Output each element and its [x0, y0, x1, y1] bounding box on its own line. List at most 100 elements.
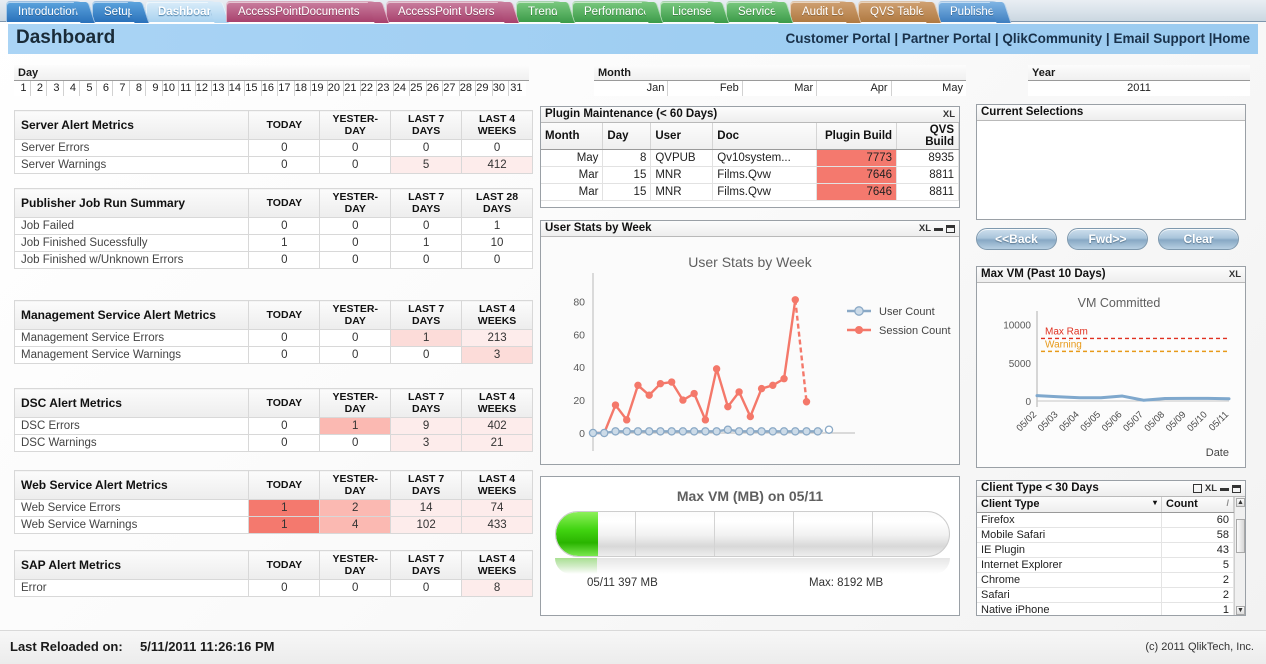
table-cell[interactable]: 8	[602, 149, 652, 167]
metric-value[interactable]: 0	[248, 346, 321, 364]
filter-value[interactable]: 20	[327, 81, 344, 96]
table-cell[interactable]: Films.Qvw	[712, 166, 818, 184]
metric-value[interactable]: 0	[319, 156, 392, 174]
client-type-count[interactable]: 2	[1161, 572, 1234, 588]
tab-accesspointdocuments[interactable]: AccessPointDocuments	[226, 1, 380, 22]
column-header[interactable]: Plugin Build	[816, 123, 898, 150]
column-header[interactable]: LAST 7 DAYS	[390, 110, 463, 140]
export-to-excel-icon[interactable]: XL	[919, 221, 931, 236]
column-header[interactable]: LAST 4 WEEKS	[461, 388, 533, 418]
column-header[interactable]: LAST 4 WEEKS	[461, 550, 533, 580]
metric-value[interactable]: 433	[461, 516, 533, 534]
metric-value[interactable]: 1	[248, 499, 321, 517]
tab-setup[interactable]: Setup	[92, 1, 140, 22]
filter-value[interactable]: 8	[129, 81, 146, 96]
column-header[interactable]: TODAY	[248, 470, 321, 500]
current-selections-list[interactable]	[977, 121, 1245, 219]
client-type-name[interactable]: IE Plugin	[977, 542, 1162, 558]
column-header[interactable]: YESTER- DAY	[319, 388, 392, 418]
filter-value[interactable]: 11	[179, 81, 196, 96]
metric-value[interactable]: 0	[461, 251, 533, 269]
metric-value[interactable]: 0	[248, 251, 321, 269]
metric-value[interactable]: 0	[319, 139, 392, 157]
filter-value[interactable]: 10	[162, 81, 179, 96]
table-cell[interactable]: 8935	[896, 149, 959, 167]
client-type-count[interactable]: 2	[1161, 587, 1234, 603]
export-to-excel-icon[interactable]: XL	[943, 107, 955, 122]
client-type-scrollbar[interactable]: ▲ ▼	[1234, 497, 1245, 615]
table-row[interactable]: Internet Explorer 5	[977, 557, 1234, 573]
metric-value[interactable]: 0	[319, 579, 392, 597]
client-type-col-type[interactable]: Client Type ▾	[977, 497, 1162, 513]
tab-services[interactable]: Services	[726, 1, 784, 22]
tab-accesspoint-users[interactable]: AccessPoint Users	[386, 1, 510, 22]
sort-icon[interactable]: /	[1226, 498, 1229, 508]
forward-button[interactable]: Fwd>>	[1067, 228, 1148, 250]
table-cell[interactable]: QVPUB	[650, 149, 714, 167]
table-cell[interactable]: Mar	[541, 183, 604, 201]
table-row[interactable]: Firefox 60	[977, 512, 1234, 528]
metric-value[interactable]: 1	[319, 417, 392, 435]
client-type-name[interactable]: Firefox	[977, 512, 1162, 528]
filter-value[interactable]: Mar	[742, 81, 818, 96]
filter-value[interactable]: 28	[459, 81, 476, 96]
client-type-col-count[interactable]: Count /	[1161, 497, 1234, 513]
table-cell[interactable]: May	[541, 149, 604, 167]
tab-trends[interactable]: Trends	[516, 1, 566, 22]
metric-value[interactable]: 1	[390, 329, 463, 347]
copy-icon[interactable]	[1192, 484, 1202, 493]
column-header[interactable]: YESTER- DAY	[319, 110, 392, 140]
metric-value[interactable]: 0	[248, 434, 321, 452]
column-header[interactable]: TODAY	[248, 550, 321, 580]
client-type-name[interactable]: Native iPhone	[977, 602, 1162, 615]
maximize-icon[interactable]	[1232, 484, 1241, 493]
metric-value[interactable]: 14	[390, 499, 463, 517]
metric-value[interactable]: 74	[461, 499, 533, 517]
filter-value[interactable]: 17	[278, 81, 295, 96]
filter-value[interactable]: 6	[96, 81, 113, 96]
column-header[interactable]: TODAY	[248, 300, 321, 330]
client-type-name[interactable]: Internet Explorer	[977, 557, 1162, 573]
metric-value[interactable]: 1	[248, 234, 321, 252]
table-cell[interactable]: Films.Qvw	[712, 183, 818, 201]
metric-value[interactable]: 1	[248, 516, 321, 534]
chevron-down-icon[interactable]: ▾	[1153, 498, 1157, 507]
metric-value[interactable]: 102	[390, 516, 463, 534]
filter-value[interactable]: 26	[426, 81, 443, 96]
tab-introduction[interactable]: Introduction	[6, 1, 86, 22]
column-header[interactable]: YESTER- DAY	[319, 550, 392, 580]
metric-value[interactable]: 10	[461, 234, 533, 252]
column-header[interactable]: Doc	[712, 123, 818, 150]
filter-value[interactable]: 1	[14, 81, 31, 96]
filter-value[interactable]: 5	[80, 81, 97, 96]
metric-value[interactable]: 8	[461, 579, 533, 597]
table-row[interactable]: IE Plugin 43	[977, 542, 1234, 558]
column-header[interactable]: LAST 28 DAYS	[461, 188, 533, 218]
filter-value[interactable]: Feb	[668, 81, 743, 96]
filter-value[interactable]: 3	[47, 81, 64, 96]
tab-audit-log[interactable]: Audit Log	[790, 1, 852, 22]
column-header[interactable]: TODAY	[248, 110, 321, 140]
minimize-icon[interactable]	[934, 228, 943, 231]
table-cell[interactable]: 15	[602, 166, 652, 184]
metric-value[interactable]: 0	[319, 234, 392, 252]
export-to-excel-icon[interactable]: XL	[1205, 481, 1217, 496]
scrollbar-thumb[interactable]	[1236, 519, 1245, 553]
filter-value[interactable]: 19	[311, 81, 328, 96]
filter-value[interactable]: 4	[63, 81, 80, 96]
filter-value[interactable]: 2	[30, 81, 47, 96]
metric-value[interactable]: 0	[390, 251, 463, 269]
metric-value[interactable]: 0	[319, 251, 392, 269]
metric-value[interactable]: 3	[390, 434, 463, 452]
client-type-name[interactable]: Chrome	[977, 572, 1162, 588]
filter-value[interactable]: 7	[113, 81, 130, 96]
column-header[interactable]: YESTER- DAY	[319, 188, 392, 218]
metric-value[interactable]: 0	[248, 417, 321, 435]
column-header[interactable]: YESTER- DAY	[319, 470, 392, 500]
metric-value[interactable]: 0	[390, 139, 463, 157]
filter-value[interactable]: 12	[195, 81, 212, 96]
tab-publisher[interactable]: Publisher	[938, 1, 1002, 22]
filter-value[interactable]: 25	[410, 81, 427, 96]
filter-value[interactable]: 29	[476, 81, 493, 96]
clear-button[interactable]: Clear	[1158, 228, 1239, 250]
